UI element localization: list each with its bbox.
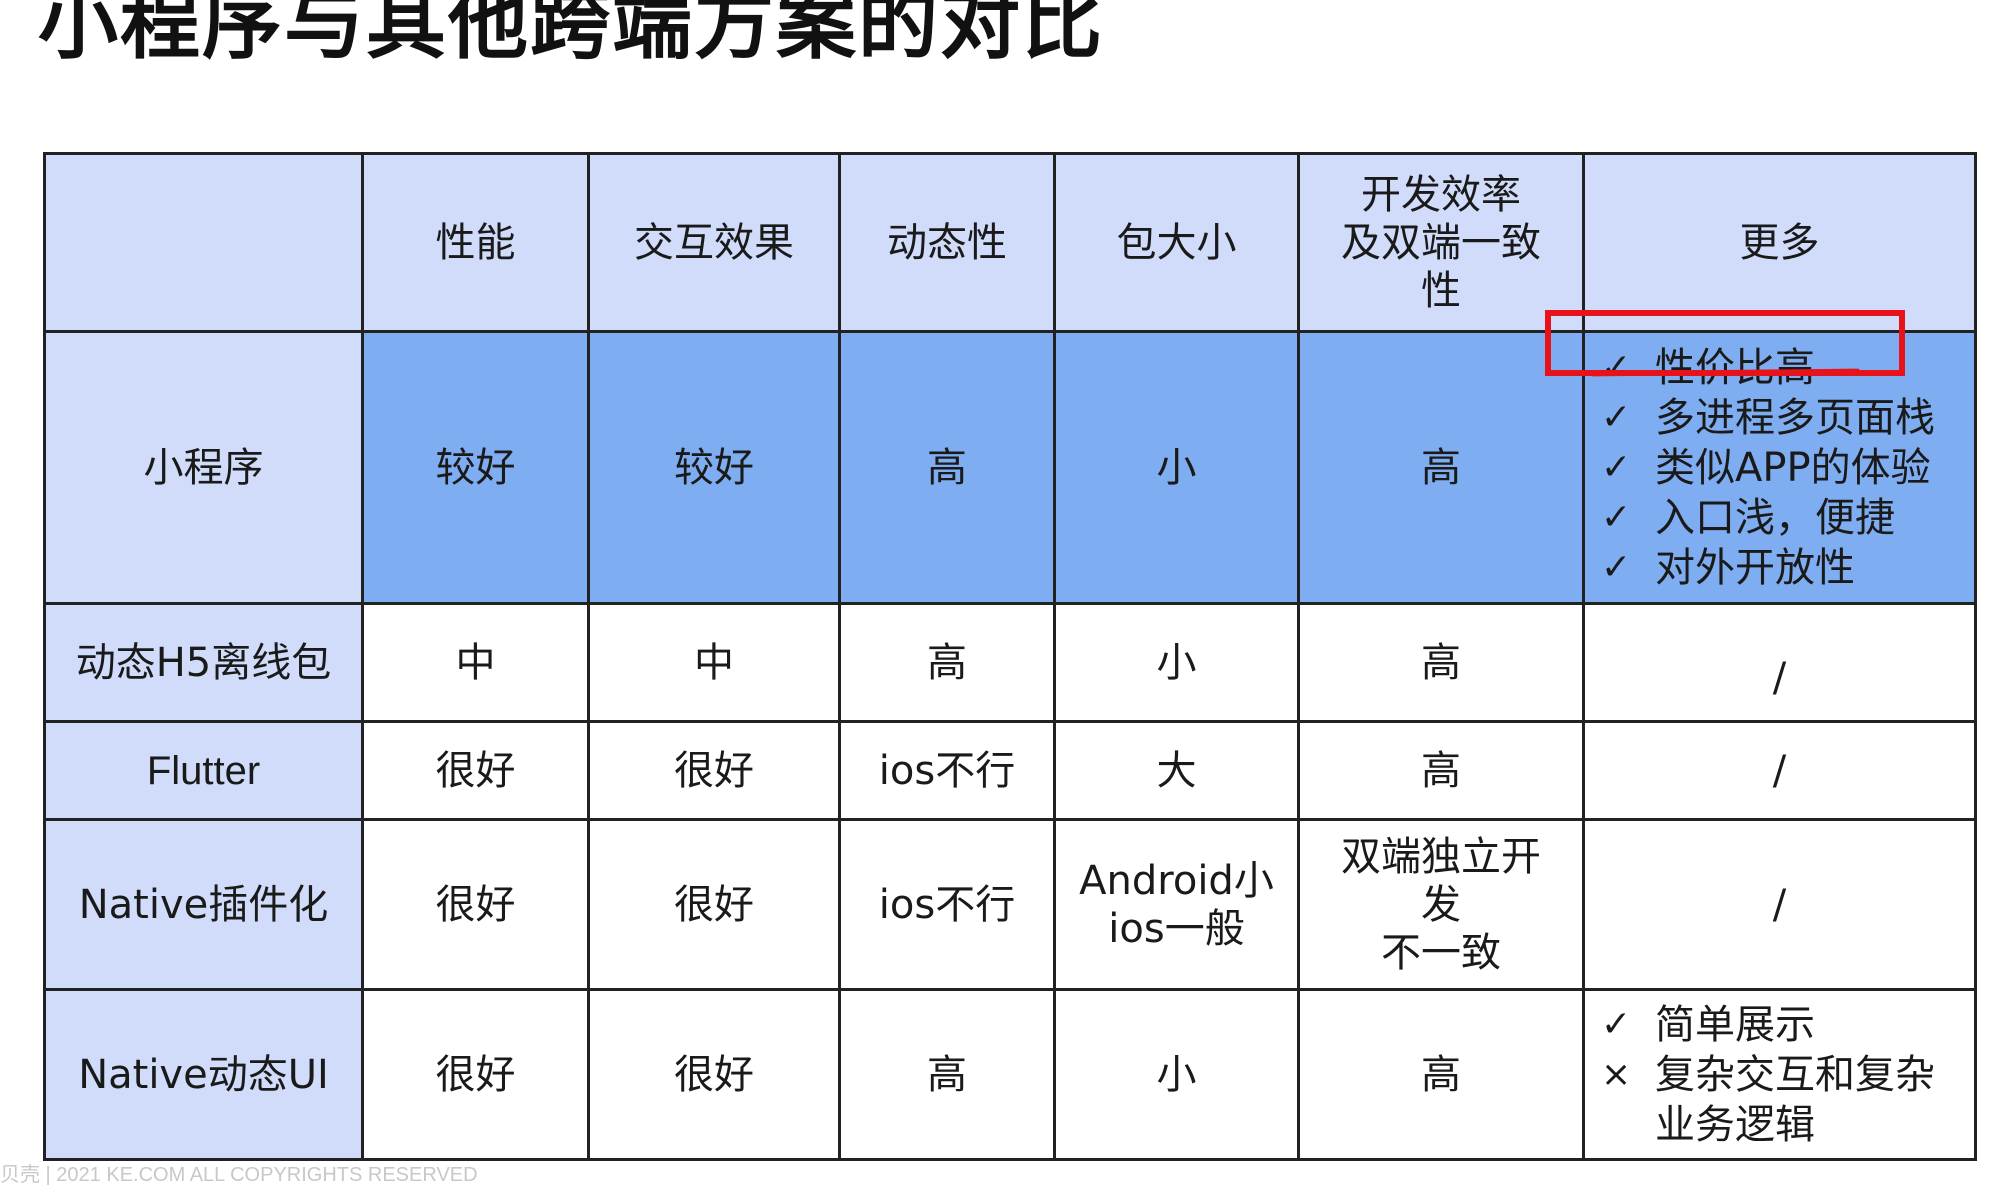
table-cell: ios不行 [838,818,1056,991]
list-item: × 复杂交互和复杂业务逻辑 [1601,1050,1973,1150]
check-icon: ✓ [1601,1003,1632,1045]
table-row-miniprogram: 小程序 较好 较好 高 小 高 ✓ 性价比高 ✓ 多进程多页面栈 ✓ 类似APP的体验… [43,330,1977,605]
row-label: 小程序 [43,330,364,605]
header-row: 性能 交互效果 动态性 包大小 开发效率 及双端一致 性 更多 [43,152,1977,333]
list-item: ✓ 入口浅，便捷 [1601,493,1973,543]
table-cell: 中 [587,602,841,723]
table-cell: 高 [1297,602,1585,723]
list-item: ✓ 性价比高 [1601,343,1973,393]
check-icon: ✓ [1601,546,1632,588]
more-cell: / [1582,818,1977,991]
row-label: Flutter [43,720,364,821]
list-item-text: 简单展示 [1655,1001,1815,1048]
list-item-text: 对外开放性 [1655,544,1855,591]
header-corner [43,152,364,333]
table-cell: 很好 [587,720,841,821]
more-cell: / [1582,720,1977,821]
check-icon: ✓ [1601,496,1632,538]
row-label: Native插件化 [43,818,364,991]
table-cell: 大 [1053,720,1300,821]
comparison-table: 性能 交互效果 动态性 包大小 开发效率 及双端一致 性 更多 小程序 较好 较… [43,152,1977,1161]
list-item-text: 多进程多页面栈 [1655,394,1935,441]
page-title: 小程序与其他跨端方案的对比 [38,0,1104,70]
table-cell: 高 [1297,720,1585,821]
header-interaction: 交互效果 [587,152,841,333]
table-row-flutter: Flutter 很好 很好 ios不行 大 高 / [43,720,1977,821]
table-cell: 小 [1053,330,1300,605]
more-cell: ✓ 简单展示 × 复杂交互和复杂业务逻辑 [1582,988,1977,1161]
table-cell: 高 [838,330,1056,605]
table-cell: 很好 [361,720,590,821]
header-package-size: 包大小 [1053,152,1300,333]
table-cell: 高 [1297,330,1585,605]
table-cell: ios不行 [838,720,1056,821]
list-item-text: 复杂交互和复杂业务逻辑 [1655,1051,1935,1148]
list-item-text: 类似APP的体验 [1655,444,1931,491]
cross-icon: × [1601,1053,1632,1095]
table-cell: 很好 [361,818,590,991]
table-row-native-ui: Native动态UI 很好 很好 高 小 高 ✓ 简单展示 × 复杂交互和复杂业务逻… [43,988,1977,1161]
table-cell: 小 [1053,988,1300,1161]
table-row-native-plugin: Native插件化 很好 很好 ios不行 Android小 ios一般 双端独… [43,818,1977,991]
table-cell: 高 [838,988,1056,1161]
row-label: 动态H5离线包 [43,602,364,723]
more-cell: / [1582,602,1977,723]
list-item: ✓ 简单展示 [1601,1000,1973,1050]
table-cell: 较好 [361,330,590,605]
header-dynamic: 动态性 [838,152,1056,333]
header-dev-efficiency: 开发效率 及双端一致 性 [1297,152,1585,333]
check-icon: ✓ [1601,446,1632,488]
table-cell: 小 [1053,602,1300,723]
table-cell: 高 [838,602,1056,723]
check-icon: ✓ [1601,396,1632,438]
table-cell: 较好 [587,330,841,605]
more-list: ✓ 简单展示 × 复杂交互和复杂业务逻辑 [1587,1000,1973,1150]
list-item: ✓ 对外开放性 [1601,543,1973,593]
header-performance: 性能 [361,152,590,333]
list-item-text: 性价比高 [1655,344,1815,391]
table-cell: 很好 [587,988,841,1161]
footer-copyright: 贝壳 | 2021 KE.COM ALL COPYRIGHTS RESERVED [0,1164,478,1186]
list-item-text: 入口浅，便捷 [1655,494,1895,541]
table-cell: 中 [361,602,590,723]
header-more: 更多 [1582,152,1977,333]
list-item: ✓ 多进程多页面栈 [1601,393,1973,443]
more-list: ✓ 性价比高 ✓ 多进程多页面栈 ✓ 类似APP的体验 ✓ 入口浅，便捷 ✓ 对外开放性 [1587,343,1973,593]
row-label: Native动态UI [43,988,364,1161]
table-cell: 很好 [361,988,590,1161]
table-cell: Android小 ios一般 [1053,818,1300,991]
list-item: ✓ 类似APP的体验 [1601,443,1973,493]
more-cell: ✓ 性价比高 ✓ 多进程多页面栈 ✓ 类似APP的体验 ✓ 入口浅，便捷 ✓ 对外开放性 [1582,330,1977,605]
table-cell: 双端独立开 发 不一致 [1297,818,1585,991]
table-cell: 高 [1297,988,1585,1161]
table-row-h5: 动态H5离线包 中 中 高 小 高 / [43,602,1977,723]
check-icon: ✓ [1601,346,1632,388]
table-cell: 很好 [587,818,841,991]
